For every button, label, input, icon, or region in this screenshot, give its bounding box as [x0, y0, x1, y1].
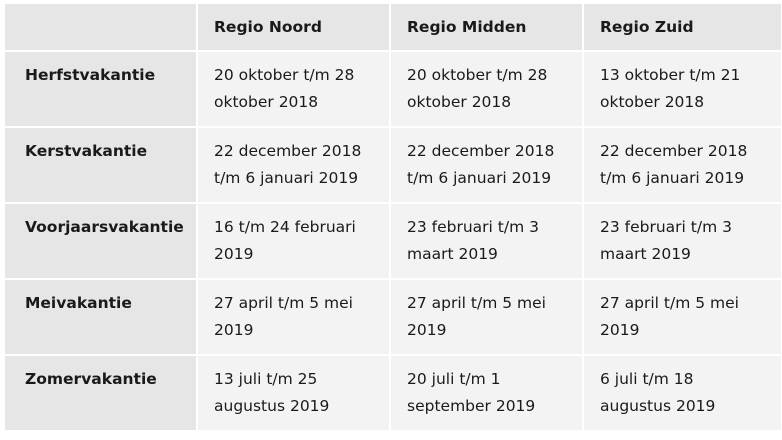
vacation-table: Regio Noord Regio Midden Regio Zuid Herf…	[5, 4, 781, 432]
row-label: Voorjaarsvakantie	[5, 204, 198, 280]
table-row: Voorjaarsvakantie 16 t/m 24 februari 201…	[5, 204, 781, 280]
cell-zuid: 13 oktober t/m 21 oktober 2018	[584, 52, 781, 128]
row-label: Kerstvakantie	[5, 128, 198, 204]
row-label: Meivakantie	[5, 280, 198, 356]
header-regio-zuid: Regio Zuid	[584, 4, 781, 52]
cell-noord: 20 oktober t/m 28 oktober 2018	[198, 52, 391, 128]
header-regio-noord: Regio Noord	[198, 4, 391, 52]
cell-zuid: 27 april t/m 5 mei 2019	[584, 280, 781, 356]
header-regio-midden: Regio Midden	[391, 4, 584, 52]
cell-midden: 27 april t/m 5 mei 2019	[391, 280, 584, 356]
header-cell-empty	[5, 4, 198, 52]
row-label: Herfstvakantie	[5, 52, 198, 128]
row-label: Zomervakantie	[5, 356, 198, 432]
table-row: Zomervakantie 13 juli t/m 25 augustus 20…	[5, 356, 781, 432]
cell-zuid: 22 december 2018 t/m 6 januari 2019	[584, 128, 781, 204]
table-row: Meivakantie 27 april t/m 5 mei 2019 27 a…	[5, 280, 781, 356]
cell-noord: 27 april t/m 5 mei 2019	[198, 280, 391, 356]
table-row: Herfstvakantie 20 oktober t/m 28 oktober…	[5, 52, 781, 128]
table-header-row: Regio Noord Regio Midden Regio Zuid	[5, 4, 781, 52]
cell-midden: 23 februari t/m 3 maart 2019	[391, 204, 584, 280]
cell-zuid: 6 juli t/m 18 augustus 2019	[584, 356, 781, 432]
cell-midden: 20 juli t/m 1 september 2019	[391, 356, 584, 432]
cell-noord: 22 december 2018 t/m 6 januari 2019	[198, 128, 391, 204]
cell-midden: 22 december 2018 t/m 6 januari 2019	[391, 128, 584, 204]
cell-midden: 20 oktober t/m 28 oktober 2018	[391, 52, 584, 128]
cell-zuid: 23 februari t/m 3 maart 2019	[584, 204, 781, 280]
cell-noord: 16 t/m 24 februari 2019	[198, 204, 391, 280]
table-row: Kerstvakantie 22 december 2018 t/m 6 jan…	[5, 128, 781, 204]
cell-noord: 13 juli t/m 25 augustus 2019	[198, 356, 391, 432]
